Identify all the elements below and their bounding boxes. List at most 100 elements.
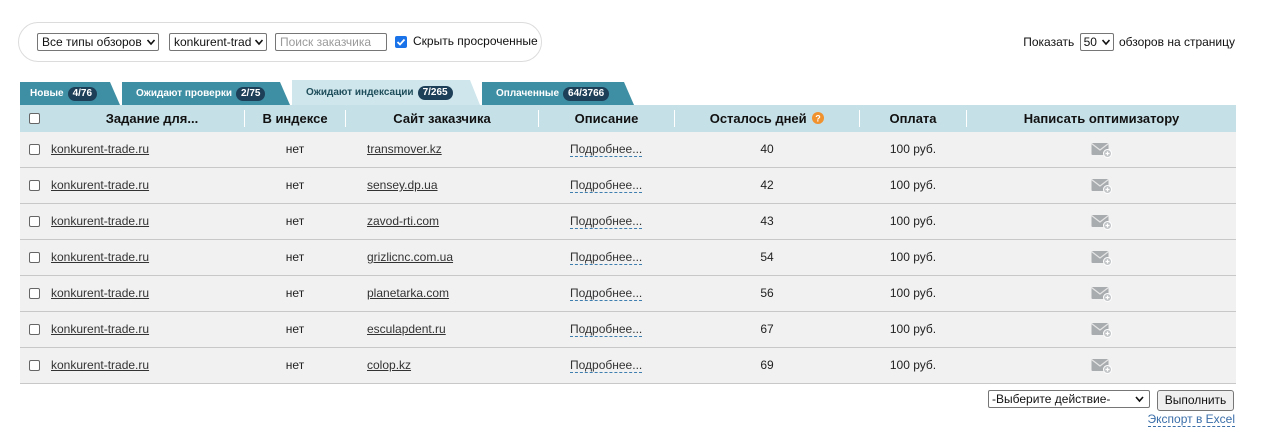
task-link[interactable]: konkurent-trade.ru [51,240,149,275]
tab-paid[interactable]: Оплаченные 64/3766 [482,82,634,105]
customer-site-link[interactable]: esculapdent.ru [367,312,446,347]
row-checkbox[interactable] [29,324,40,335]
table-row: konkurent-trade.ru нет colop.kz Подробне… [20,348,1236,384]
indexed-status: нет [285,358,305,372]
details-link[interactable]: Подробнее... [570,214,643,229]
envelope-plus-icon[interactable] [1091,178,1113,194]
row-checkbox[interactable] [29,252,40,263]
details-link[interactable]: Подробнее... [570,358,643,373]
column-days-left[interactable]: Осталось дней ? [675,105,859,132]
customer-site-link[interactable]: planetarka.com [367,276,449,311]
tab-awaiting-indexing[interactable]: Ожидают индексации 7/265 [292,80,480,105]
envelope-plus-icon[interactable] [1091,142,1113,158]
days-left-value: 67 [760,322,774,336]
help-icon[interactable]: ? [812,112,825,124]
details-link[interactable]: Подробнее... [570,322,643,337]
table-row: konkurent-trade.ru нет zavod-rti.com Под… [20,204,1236,240]
review-type-value: Все типы обзоров [42,35,142,49]
customer-site-link[interactable]: zavod-rti.com [367,204,439,239]
customer-site-link[interactable]: grizlicnc.com.ua [367,240,453,275]
table-row: konkurent-trade.ru нет planetarka.com По… [20,276,1236,312]
task-link[interactable]: konkurent-trade.ru [51,132,149,167]
checkmark-icon [396,38,406,46]
details-link[interactable]: Подробнее... [570,286,643,301]
payment-value: 100 руб. [889,142,937,156]
details-cell: Подробнее... [570,348,643,383]
indexed-status: нет [285,178,305,192]
per-page-suffix: обзоров на страницу [1118,35,1235,50]
row-checkbox[interactable] [29,180,40,191]
row-checkbox[interactable] [29,288,40,299]
payment-value: 100 руб. [889,322,937,336]
tab-label: Оплаченные [496,88,560,99]
envelope-plus-icon[interactable] [1091,358,1113,374]
row-checkbox[interactable] [29,216,40,227]
tab-label: Новые [30,88,64,99]
task-link[interactable]: konkurent-trade.ru [51,168,149,203]
details-cell: Подробнее... [570,204,643,239]
envelope-plus-icon[interactable] [1091,286,1113,302]
bulk-action-select[interactable]: -Выберите действие- [988,390,1150,408]
table-row: konkurent-trade.ru нет sensey.dp.ua Подр… [20,168,1236,204]
details-cell: Подробнее... [570,240,643,275]
envelope-plus-icon[interactable] [1091,250,1113,266]
details-cell: Подробнее... [570,312,643,347]
task-link[interactable]: konkurent-trade.ru [51,312,149,347]
customer-search-input[interactable] [275,33,387,51]
tab-count-badge: 64/3766 [563,87,610,101]
customer-site-link[interactable]: sensey.dp.ua [367,168,438,203]
export-excel-link[interactable]: Экспорт в Excel [1147,413,1235,427]
hide-expired-checkbox[interactable] [395,36,407,48]
task-link[interactable]: konkurent-trade.ru [51,204,149,239]
reviews-table: Задание для... В индексе Сайт заказчика … [20,105,1236,384]
chevron-down-icon [147,39,155,46]
table-row: konkurent-trade.ru нет grizlicnc.com.ua … [20,240,1236,276]
tab-label: Ожидают проверки [136,88,232,99]
tab-awaiting-check[interactable]: Ожидают проверки 2/75 [122,82,290,105]
payment-value: 100 руб. [889,358,937,372]
review-type-select[interactable]: Все типы обзоров [37,33,159,51]
tab-count-badge: 7/265 [417,86,453,100]
bulk-action-value: -Выберите действие- [992,392,1111,406]
chevron-down-icon [255,39,263,46]
payment-value: 100 руб. [889,286,937,300]
column-task[interactable]: Задание для... [40,105,264,132]
days-left-value: 56 [760,286,774,300]
site-select[interactable]: konkurent-trad [169,33,267,51]
days-left-value: 69 [760,358,774,372]
payment-value: 100 руб. [889,214,937,228]
customer-site-link[interactable]: transmover.kz [367,132,442,167]
days-left-value: 43 [760,214,774,228]
customer-site-link[interactable]: colop.kz [367,348,411,383]
column-payment[interactable]: Оплата [860,105,966,132]
task-link[interactable]: konkurent-trade.ru [51,348,149,383]
column-write-optimizer: Написать оптимизатору [1023,111,1180,126]
indexed-status: нет [285,286,305,300]
days-left-value: 42 [760,178,774,192]
row-checkbox[interactable] [29,360,40,371]
column-indexed[interactable]: В индексе [245,105,345,132]
envelope-plus-icon[interactable] [1091,322,1113,338]
select-all-checkbox[interactable] [29,113,40,124]
svg-text:?: ? [816,114,822,124]
tab-count-badge: 2/75 [236,87,266,101]
details-link[interactable]: Подробнее... [570,142,643,157]
table-row: konkurent-trade.ru нет transmover.kz Под… [20,132,1236,168]
column-description[interactable]: Описание [539,105,674,132]
chevron-down-icon [1135,396,1144,403]
details-link[interactable]: Подробнее... [570,250,643,265]
tab-new[interactable]: Новые 4/76 [20,82,120,105]
per-page-select[interactable]: 50 [1079,33,1114,51]
details-link[interactable]: Подробнее... [570,178,643,193]
envelope-plus-icon[interactable] [1091,214,1113,230]
row-checkbox[interactable] [29,144,40,155]
details-cell: Подробнее... [570,132,643,167]
indexed-status: нет [285,142,305,156]
payment-value: 100 руб. [889,178,937,192]
run-action-button[interactable]: Выполнить [1157,390,1234,411]
days-left-value: 40 [760,142,774,156]
task-link[interactable]: konkurent-trade.ru [51,276,149,311]
column-customer-site[interactable]: Сайт заказчика [346,105,538,132]
filter-bar: Все типы обзоров konkurent-trad Скрыть п… [18,22,542,62]
hide-expired-label: Скрыть просроченные [413,34,538,48]
